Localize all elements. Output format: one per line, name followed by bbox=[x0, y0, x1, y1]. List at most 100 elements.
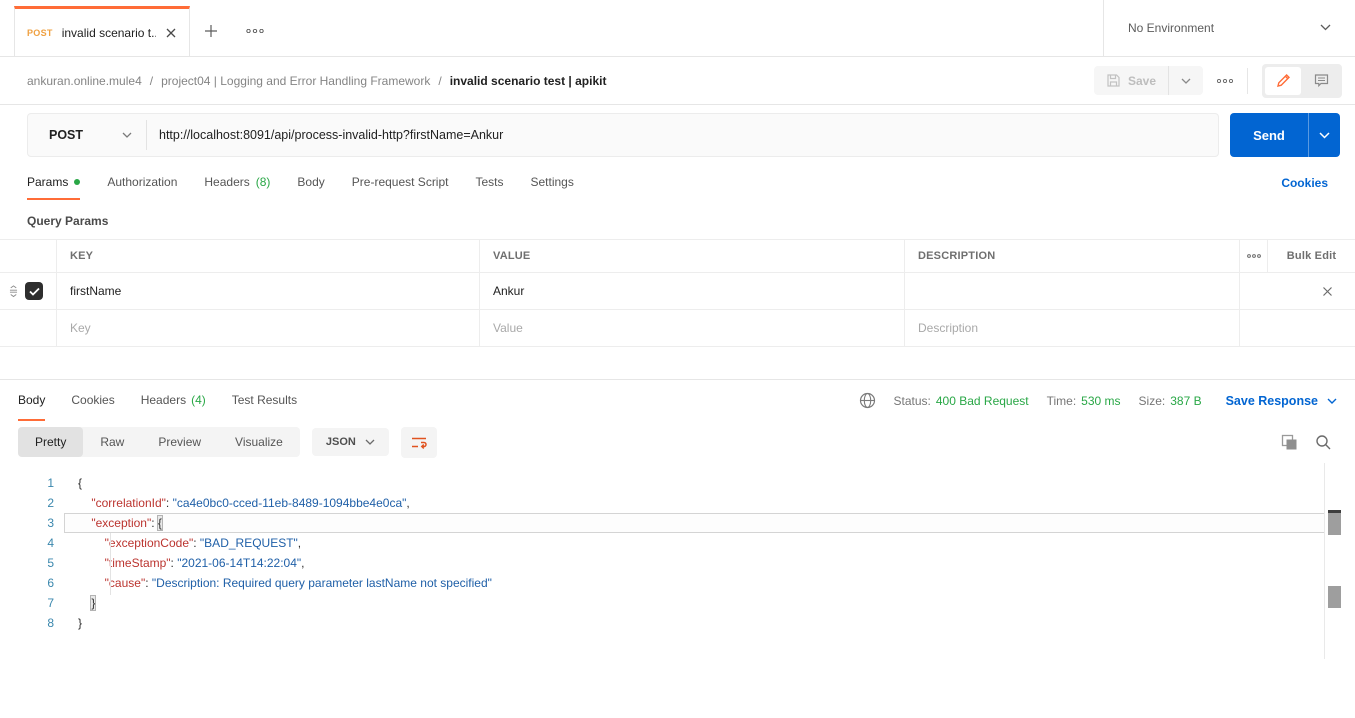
tab-title: invalid scenario t... bbox=[61, 25, 156, 40]
tab-pre-request-script[interactable]: Pre-request Script bbox=[352, 165, 449, 200]
save-button[interactable]: Save bbox=[1094, 66, 1168, 95]
save-label: Save bbox=[1127, 73, 1156, 88]
globe-icon[interactable] bbox=[859, 392, 876, 409]
code-line[interactable]: 3 "exception": { bbox=[0, 513, 1355, 533]
param-row-tools bbox=[0, 273, 57, 309]
code-text: "exceptionCode": "BAD_REQUEST", bbox=[104, 536, 302, 550]
new-tab-button[interactable] bbox=[190, 6, 232, 56]
breadcrumb-request-name[interactable]: invalid scenario test | apikit bbox=[450, 74, 607, 88]
status-badge[interactable]: Status: 400 Bad Request bbox=[894, 394, 1029, 408]
param-row-tools bbox=[0, 310, 57, 346]
tab-body[interactable]: Body bbox=[297, 165, 324, 200]
url-input[interactable] bbox=[147, 114, 1218, 156]
code-text: "correlationId": "ca4e0bc0-cced-11eb-848… bbox=[91, 496, 410, 510]
unsaved-changes-dot bbox=[74, 178, 81, 185]
drag-handle-icon[interactable] bbox=[8, 283, 19, 299]
cookies-link[interactable]: Cookies bbox=[1281, 176, 1328, 190]
time-value: 530 ms bbox=[1081, 393, 1121, 408]
save-options-button[interactable] bbox=[1168, 66, 1203, 95]
tab-options-icon[interactable] bbox=[232, 6, 278, 56]
view-tab-preview[interactable]: Preview bbox=[141, 427, 218, 457]
line-number: 7 bbox=[47, 596, 54, 610]
tab-label: Settings bbox=[530, 174, 574, 189]
view-tab-raw[interactable]: Raw bbox=[83, 427, 141, 457]
line-number: 4 bbox=[47, 536, 54, 550]
search-icon[interactable] bbox=[1315, 434, 1331, 450]
comment-button[interactable] bbox=[1303, 67, 1339, 95]
code-line[interactable]: 4 "exceptionCode": "BAD_REQUEST", bbox=[0, 533, 1355, 553]
response-header: Body Cookies Headers (4) Test Results St… bbox=[0, 379, 1355, 421]
code-text: "cause": "Description: Required query pa… bbox=[104, 576, 492, 590]
response-tab-body[interactable]: Body bbox=[18, 380, 46, 421]
wrap-text-button[interactable] bbox=[400, 426, 437, 458]
param-row-empty bbox=[0, 310, 1355, 347]
code-text: "exception": { bbox=[91, 515, 163, 531]
response-body-editor[interactable]: 1{2 "correlationId": "ca4e0bc0-cced-11eb… bbox=[0, 463, 1355, 718]
response-tab-headers[interactable]: Headers (4) bbox=[141, 380, 206, 421]
tab-label: Headers bbox=[204, 174, 250, 189]
send-button[interactable]: Send bbox=[1230, 113, 1340, 157]
code-text: } bbox=[90, 595, 97, 611]
code-line[interactable]: 2 "correlationId": "ca4e0bc0-cced-11eb-8… bbox=[0, 493, 1355, 513]
param-checkbox[interactable] bbox=[25, 282, 43, 300]
request-tab[interactable]: POST invalid scenario t... bbox=[14, 6, 190, 56]
code-line[interactable]: 6 "cause": "Description: Required query … bbox=[0, 573, 1355, 593]
tab-params[interactable]: Params bbox=[27, 165, 81, 200]
code-line[interactable]: 5 "timeStamp": "2021-06-14T14:22:04", bbox=[0, 553, 1355, 573]
tab-label: Params bbox=[27, 174, 69, 189]
environment-selector[interactable]: No Environment bbox=[1103, 0, 1355, 56]
close-tab-icon[interactable] bbox=[165, 27, 177, 39]
tab-method-label: POST bbox=[27, 27, 53, 38]
delete-param-button[interactable] bbox=[1240, 273, 1355, 309]
response-tab-cookies[interactable]: Cookies bbox=[71, 380, 114, 421]
param-description-input[interactable] bbox=[918, 321, 1226, 335]
send-options-button[interactable] bbox=[1308, 113, 1340, 157]
method-dropdown[interactable]: POST bbox=[28, 128, 146, 142]
status-label: Status: bbox=[893, 393, 931, 408]
chevron-down-icon bbox=[122, 132, 132, 138]
tab-authorization[interactable]: Authorization bbox=[107, 165, 177, 200]
param-value-input[interactable] bbox=[493, 321, 891, 335]
time-badge[interactable]: Time: 530 ms bbox=[1047, 394, 1121, 408]
view-tab-pretty[interactable]: Pretty bbox=[18, 427, 84, 457]
response-tab-test-results[interactable]: Test Results bbox=[232, 380, 297, 421]
more-actions-icon[interactable] bbox=[1217, 78, 1233, 83]
code-line[interactable]: 8} bbox=[0, 613, 1355, 633]
scrollbar-thumb[interactable] bbox=[1328, 513, 1341, 535]
request-bar: POST Send bbox=[0, 105, 1355, 165]
param-key-input[interactable] bbox=[70, 284, 466, 298]
method-label: POST bbox=[49, 128, 84, 142]
tab-label: Authorization bbox=[107, 174, 178, 189]
tab-count: (8) bbox=[255, 174, 271, 189]
params-more-icon[interactable] bbox=[1240, 240, 1268, 272]
format-dropdown[interactable]: JSON bbox=[311, 428, 389, 456]
line-number: 6 bbox=[47, 576, 54, 590]
param-description-input[interactable] bbox=[918, 284, 1226, 298]
size-badge[interactable]: Size: 387 B bbox=[1139, 394, 1202, 408]
tab-settings[interactable]: Settings bbox=[531, 165, 574, 200]
param-value-input[interactable] bbox=[493, 284, 891, 298]
breadcrumb-workspace[interactable]: ankuran.online.mule4 bbox=[27, 74, 142, 88]
code-line[interactable]: 1{ bbox=[0, 473, 1355, 493]
bulk-edit-button[interactable]: Bulk Edit bbox=[1268, 240, 1355, 272]
chevron-down-icon bbox=[1181, 78, 1191, 84]
scrollbar-thumb[interactable] bbox=[1328, 586, 1341, 608]
save-icon bbox=[1107, 74, 1120, 87]
tab-label: Pre-request Script bbox=[351, 174, 449, 189]
view-tab-visualize[interactable]: Visualize bbox=[218, 427, 300, 457]
format-label: JSON bbox=[325, 436, 356, 448]
breadcrumb-collection[interactable]: project04 | Logging and Error Handling F… bbox=[161, 74, 430, 88]
param-key-input[interactable] bbox=[70, 321, 466, 335]
copy-icon[interactable] bbox=[1281, 434, 1298, 451]
chevron-down-icon bbox=[1320, 24, 1331, 31]
code-lines: 1{2 "correlationId": "ca4e0bc0-cced-11eb… bbox=[0, 473, 1355, 633]
code-line[interactable]: 7 } bbox=[0, 593, 1355, 613]
tab-count: (4) bbox=[191, 392, 206, 407]
edit-button[interactable] bbox=[1265, 66, 1301, 95]
tab-tests[interactable]: Tests bbox=[475, 165, 503, 200]
save-response-button[interactable]: Save Response bbox=[1226, 394, 1337, 408]
tab-label: Headers bbox=[140, 392, 187, 407]
tab-headers[interactable]: Headers (8) bbox=[204, 165, 270, 200]
params-header-row: KEY VALUE DESCRIPTION Bulk Edit bbox=[0, 240, 1355, 273]
